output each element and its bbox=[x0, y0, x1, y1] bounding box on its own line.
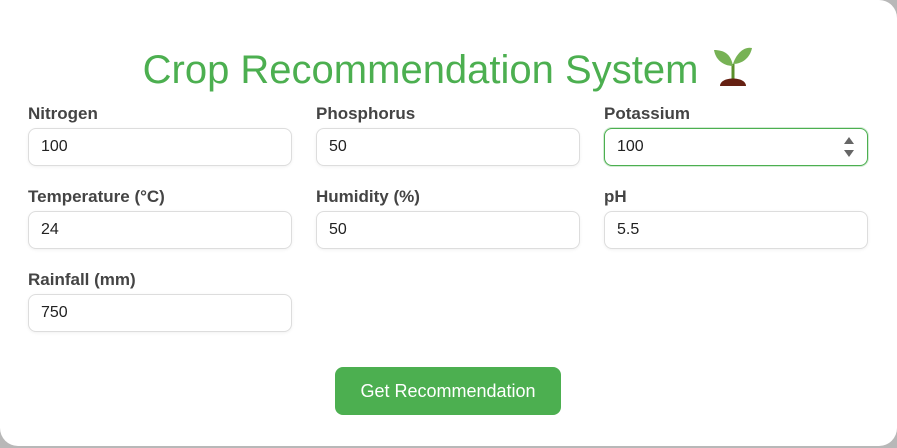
rainfall-label: Rainfall (mm) bbox=[28, 270, 136, 289]
temperature-value: 24 bbox=[41, 221, 59, 238]
get-recommendation-button[interactable]: Get Recommendation bbox=[335, 367, 561, 415]
humidity-label: Humidity (%) bbox=[316, 187, 420, 206]
potassium-value: 100 bbox=[617, 138, 644, 155]
input-grid: Nitrogen 100 Phosphorus 50 Potassium 100… bbox=[28, 104, 868, 332]
ph-label: pH bbox=[604, 187, 627, 206]
nitrogen-value: 100 bbox=[41, 138, 68, 155]
rainfall-input[interactable]: 750 bbox=[28, 294, 292, 332]
rainfall-field: Rainfall (mm) 750 bbox=[28, 270, 292, 332]
potassium-label: Potassium bbox=[604, 104, 690, 123]
seedling-icon bbox=[712, 42, 754, 97]
phosphorus-field: Phosphorus 50 bbox=[316, 104, 580, 166]
page-title-text: Crop Recommendation System bbox=[142, 48, 699, 92]
rainfall-value: 750 bbox=[41, 304, 68, 321]
ph-field: pH 5.5 bbox=[604, 187, 868, 249]
ph-input[interactable]: 5.5 bbox=[604, 211, 868, 249]
form-card: Crop Recommendation System Nitrogen 100 … bbox=[0, 0, 897, 446]
page-title: Crop Recommendation System bbox=[0, 46, 897, 97]
nitrogen-field: Nitrogen 100 bbox=[28, 104, 292, 166]
humidity-field: Humidity (%) 50 bbox=[316, 187, 580, 249]
phosphorus-value: 50 bbox=[329, 138, 347, 155]
temperature-input[interactable]: 24 bbox=[28, 211, 292, 249]
potassium-input[interactable]: 100 bbox=[604, 128, 868, 166]
humidity-input[interactable]: 50 bbox=[316, 211, 580, 249]
ph-value: 5.5 bbox=[617, 221, 640, 238]
phosphorus-label: Phosphorus bbox=[316, 104, 416, 123]
temperature-label: Temperature (°C) bbox=[28, 187, 165, 206]
nitrogen-input[interactable]: 100 bbox=[28, 128, 292, 166]
potassium-field: Potassium 100 bbox=[604, 104, 868, 166]
nitrogen-label: Nitrogen bbox=[28, 104, 98, 123]
spin-up-arrow-icon[interactable] bbox=[844, 137, 854, 144]
number-spinner[interactable] bbox=[843, 135, 855, 159]
humidity-value: 50 bbox=[329, 221, 347, 238]
spin-down-arrow-icon[interactable] bbox=[844, 150, 854, 157]
phosphorus-input[interactable]: 50 bbox=[316, 128, 580, 166]
temperature-field: Temperature (°C) 24 bbox=[28, 187, 292, 249]
